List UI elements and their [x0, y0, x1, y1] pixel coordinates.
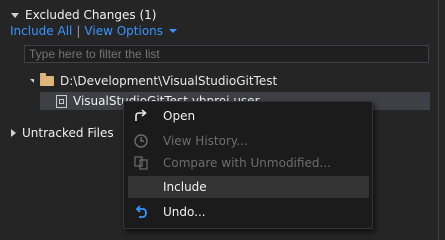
menu-item-label: Compare with Unmodified...: [163, 156, 331, 170]
history-clock-icon: [128, 133, 154, 149]
open-arrow-icon: [128, 109, 154, 123]
expand-triangle-icon[interactable]: [11, 129, 16, 137]
compare-icon: [128, 155, 154, 171]
menu-item-label: Include: [163, 180, 207, 194]
menu-item-label: View History...: [163, 134, 248, 148]
include-all-link[interactable]: Include All: [10, 24, 72, 38]
expand-triangle-icon[interactable]: [11, 12, 19, 18]
folder-icon: [40, 73, 54, 86]
actions-separator: |: [76, 24, 81, 38]
menu-item-compare-unmodified[interactable]: Compare with Unmodified...: [128, 152, 369, 174]
excluded-changes-title: Excluded Changes (1): [25, 8, 157, 22]
untracked-files-header[interactable]: Untracked Files: [11, 126, 114, 140]
excluded-changes-header[interactable]: Excluded Changes (1): [11, 8, 156, 22]
menu-item-label: Undo...: [163, 205, 206, 219]
collapse-arrow-icon[interactable]: [30, 79, 34, 83]
folder-row[interactable]: D:\Development\VisualStudioGitTest: [30, 73, 278, 88]
excluded-actions: Include All | View Options: [10, 24, 178, 38]
menu-item-label: Open: [163, 109, 196, 123]
menu-item-include[interactable]: Include: [128, 176, 369, 198]
chevron-down-icon[interactable]: [169, 29, 178, 33]
view-options-link[interactable]: View Options: [84, 24, 163, 38]
undo-arrow-icon: [128, 204, 154, 220]
panel-divider: [438, 0, 439, 240]
menu-item-open[interactable]: Open: [128, 105, 369, 127]
untracked-files-title: Untracked Files: [22, 126, 114, 140]
vb-project-file-icon: [56, 94, 67, 108]
context-menu: Open View History... Compare with Unmodi…: [123, 101, 373, 229]
menu-item-undo[interactable]: Undo...: [128, 201, 369, 223]
folder-path: D:\Development\VisualStudioGitTest: [60, 74, 278, 88]
menu-item-view-history[interactable]: View History...: [128, 130, 369, 152]
filter-input[interactable]: [24, 45, 429, 63]
